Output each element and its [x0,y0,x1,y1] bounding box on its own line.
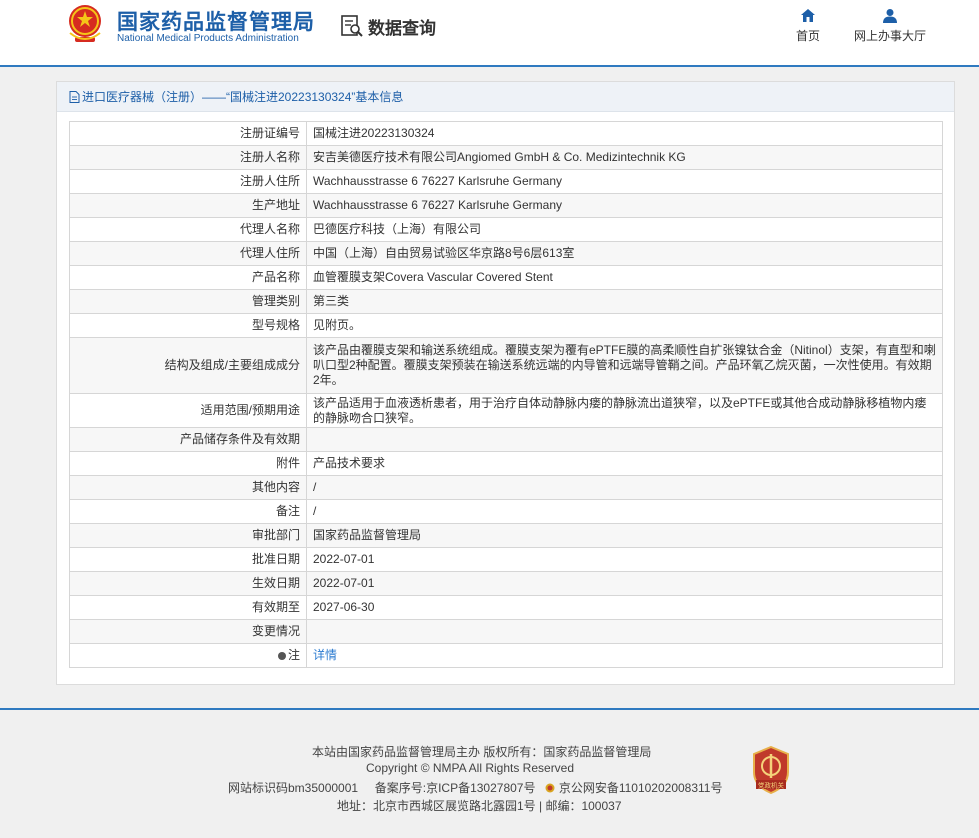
row-value: 巴德医疗科技（上海）有限公司 [306,217,943,242]
table-row: 注册证编号 国械注进20223130324 [69,121,943,146]
table-row: 代理人住所 中国（上海）自由贸易试验区华京路8号6层613室 [69,241,943,266]
table-row: 注册人名称 安吉美德医疗技术有限公司Angiomed GmbH & Co. Med… [69,145,943,170]
footer-police-link[interactable]: 京公网安备11010202008311号 [559,781,723,795]
row-label: 其他内容 [69,475,307,500]
row-label: 产品名称 [69,265,307,290]
row-label: 生产地址 [69,193,307,218]
row-label: 备注 [69,499,307,524]
row-label-note: 注 [69,643,307,668]
table-row: 变更情况 [69,619,943,644]
table-row: 管理类别 第三类 [69,289,943,314]
table-row: 审批部门 国家药品监督管理局 [69,523,943,548]
row-value: / [306,499,943,524]
row-label: 结构及组成/主要组成成分 [69,337,307,394]
row-value: / [306,475,943,500]
table-row: 注册人住所 Wachhausstrasse 6 76227 Karlsruhe G… [69,169,943,194]
row-label: 代理人名称 [69,217,307,242]
table-row: 其他内容 / [69,475,943,500]
row-value: 国家药品监督管理局 [306,523,943,548]
row-value: 该产品由覆膜支架和输送系统组成。覆膜支架为覆有ePTFE膜的高柔顺性自扩张镍钛合… [306,337,943,394]
row-label: 生效日期 [69,571,307,596]
bullet-icon [277,651,286,660]
table-row: 产品储存条件及有效期 [69,427,943,452]
row-value: 该产品适用于血液透析患者，用于治疗自体动静脉内瘘的静脉流出道狭窄，以及ePTFE… [306,393,943,428]
police-badge-icon [545,783,555,793]
row-value: 产品技术要求 [306,451,943,476]
row-value: Wachhausstrasse 6 76227 Karlsruhe German… [306,193,943,218]
footer-registration: 网站标识码bm35000001 备案序号:京ICP备13027807号 京公网安… [228,779,979,796]
row-label: 变更情况 [69,619,307,644]
row-value-note: 详情 [306,643,943,668]
row-label: 适用范围/预期用途 [69,393,307,428]
table-row: 批准日期 2022-07-01 [69,547,943,572]
details-link[interactable]: 详情 [313,648,337,662]
row-label: 批准日期 [69,547,307,572]
row-label: 产品储存条件及有效期 [69,427,307,452]
national-emblem-icon [69,5,101,42]
row-label: 附件 [69,451,307,476]
home-icon [801,9,815,22]
table-row: 附件 产品技术要求 [69,451,943,476]
footer-sponsor: 本站由国家药品监督管理局主办 版权所有：国家药品监督管理局 [312,745,652,759]
row-value: 2027-06-30 [306,595,943,620]
site-header: 国家药品监督管理局 National Medical Products Admi… [0,0,979,67]
info-table: 注册证编号 国械注进20223130324 注册人名称 安吉美德医疗技术有限公司An… [69,121,943,668]
document-icon [69,90,80,103]
table-row: 生效日期 2022-07-01 [69,571,943,596]
footer-site-id: 网站标识码bm35000001 [228,781,359,795]
nav-online-service-hall[interactable]: 网上办事大厅 [850,8,930,44]
footer-icp-link[interactable]: 备案序号:京ICP备13027807号 [375,781,536,795]
row-label: 管理类别 [69,289,307,314]
government-site-badge-icon[interactable]: 党政机关 [752,746,790,794]
footer-copyright: Copyright © NMPA All Rights Reserved [366,761,575,775]
row-value: 第三类 [306,289,943,314]
data-query-icon [341,15,363,37]
row-label: 代理人住所 [69,241,307,266]
basic-info-panel: 进口医疗器械（注册）——“国械注进20223130324”基本信息 注册证编号国… [56,81,955,685]
row-value: 安吉美德医疗技术有限公司Angiomed GmbH & Co. Medizint… [306,145,943,170]
brand-title-cn[interactable]: 国家药品监督管理局 [117,6,315,36]
table-row: 注 详情 [69,643,943,668]
table-row: 备注 / [69,499,943,524]
row-value: 中国（上海）自由贸易试验区华京路8号6层613室 [306,241,943,266]
row-value [306,619,943,644]
note-label-text: 注 [287,648,300,662]
table-row: 代理人名称 巴德医疗科技（上海）有限公司 [69,217,943,242]
row-value: 2022-07-01 [306,571,943,596]
row-value: Wachhausstrasse 6 76227 Karlsruhe German… [306,169,943,194]
table-row: 生产地址 Wachhausstrasse 6 76227 Karlsruhe Ge… [69,193,943,218]
footer-address: 地址：北京市西城区展览路北露园1号 | 邮编：100037 [337,799,622,813]
row-value: 见附页。 [306,313,943,338]
row-value: 血管覆膜支架Covera Vascular Covered Stent [306,265,943,290]
row-label: 有效期至 [69,595,307,620]
row-value: 2022-07-01 [306,547,943,572]
row-label: 审批部门 [69,523,307,548]
row-label: 注册人名称 [69,145,307,170]
panel-title: 进口医疗器械（注册）——“国械注进20223130324”基本信息 [57,82,954,112]
badge-text: 党政机关 [758,781,785,790]
row-value [306,427,943,452]
nav-hall-label: 网上办事大厅 [853,29,926,43]
row-label: 注册证编号 [69,121,307,146]
user-icon [883,9,897,23]
data-query-link[interactable]: 数据查询 [340,12,436,40]
nav-home-label: 首页 [795,29,820,43]
table-row: 适用范围/预期用途 该产品适用于血液透析患者，用于治疗自体动静脉内瘘的静脉流出道狭… [69,393,943,428]
row-label: 注册人住所 [69,169,307,194]
row-label: 型号规格 [69,313,307,338]
data-query-label: 数据查询 [368,18,436,38]
table-row: 结构及组成/主要组成成分 该产品由覆膜支架和输送系统组成。覆膜支架为覆有ePTFE… [69,337,943,394]
nav-home[interactable]: 首页 [768,8,848,44]
table-row: 产品名称 血管覆膜支架Covera Vascular Covered Stent [69,265,943,290]
site-footer: 本站由国家药品监督管理局主办 版权所有：国家药品监督管理局 Copyright … [0,708,979,838]
brand-title-en[interactable]: National Medical Products Administration [117,33,299,44]
table-row: 有效期至 2027-06-30 [69,595,943,620]
row-value: 国械注进20223130324 [306,121,943,146]
panel-title-text: 进口医疗器械（注册）——“国械注进20223130324”基本信息 [82,90,404,104]
table-row: 型号规格 见附页。 [69,313,943,338]
